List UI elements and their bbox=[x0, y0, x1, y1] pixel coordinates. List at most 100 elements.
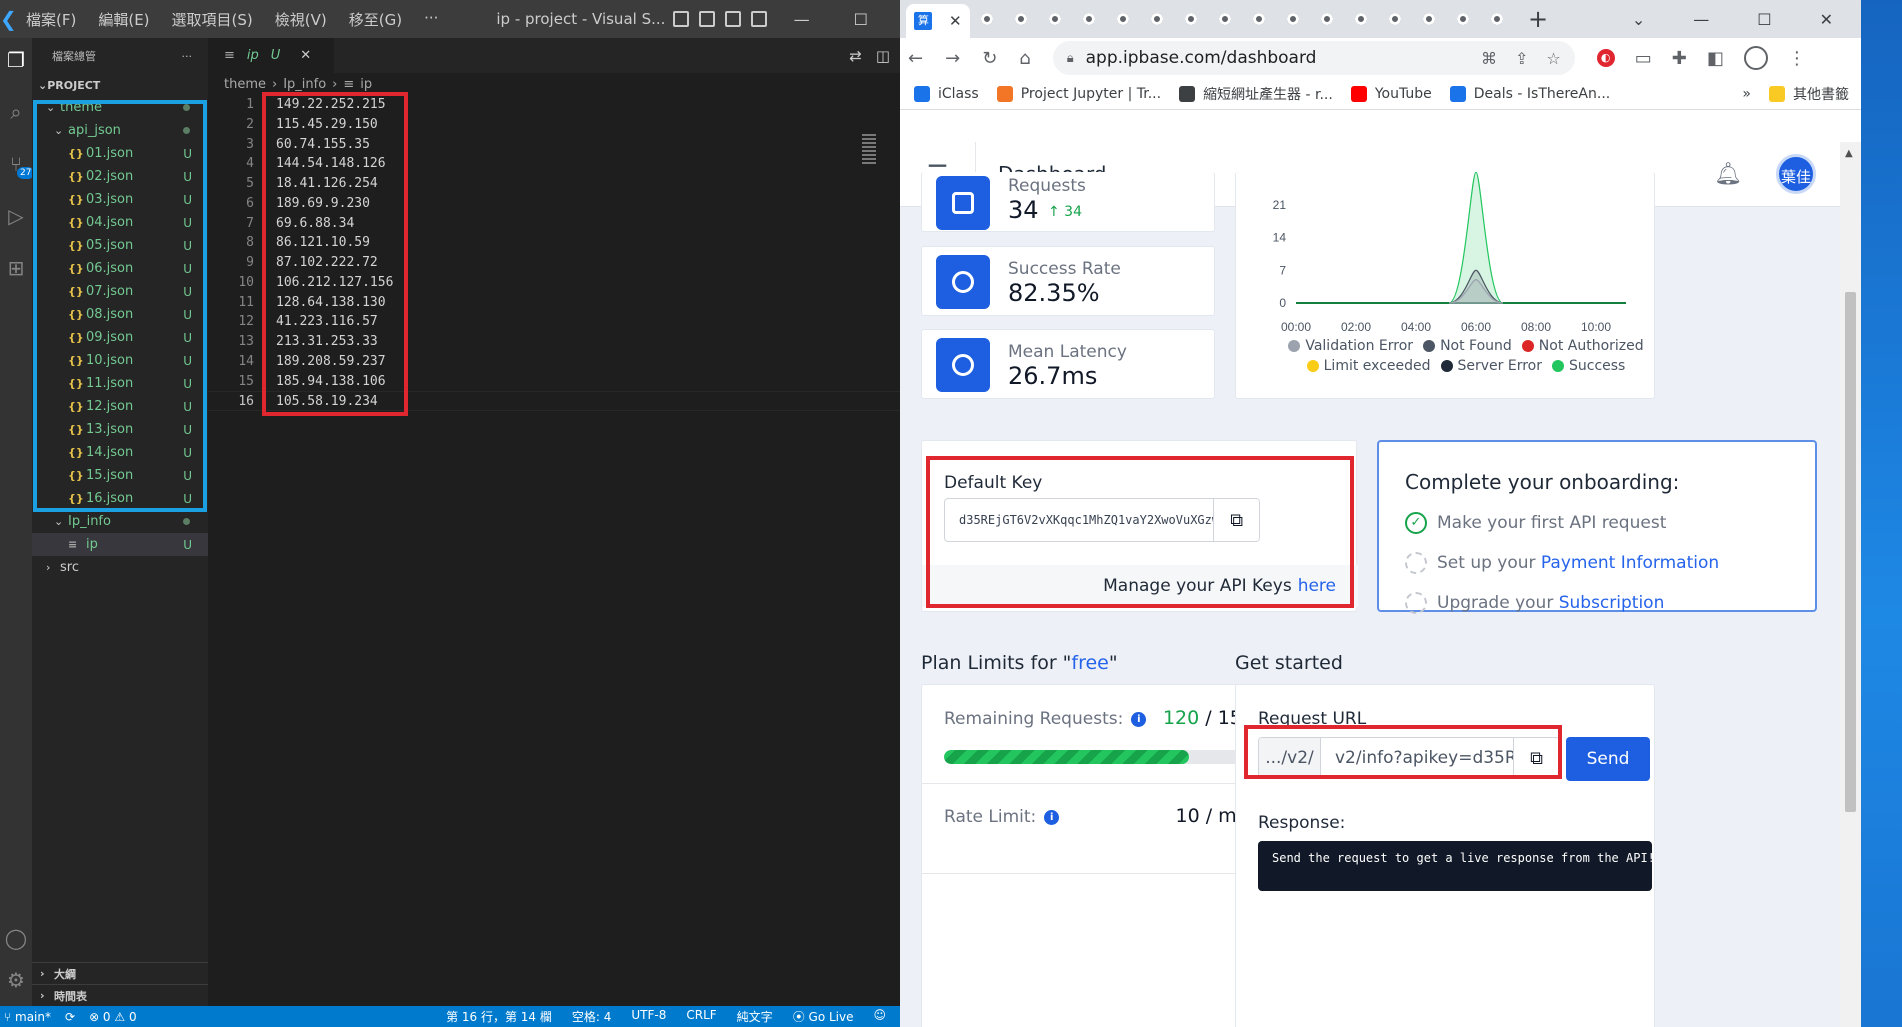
default-key-value[interactable]: d35REjGT6V2vXKqqc1MhZQ1vaY2XwoVuXGzwvNf bbox=[945, 513, 1213, 527]
home-icon[interactable]: ⌂ bbox=[1019, 48, 1030, 69]
language-mode[interactable]: 純文字 bbox=[737, 1008, 773, 1025]
forward-icon[interactable]: → bbox=[945, 48, 960, 69]
other-bookmarks-folder[interactable]: 其他書籤 bbox=[1769, 84, 1849, 104]
browser-tab[interactable] bbox=[1140, 2, 1174, 36]
file-json[interactable]: {} 10.json U bbox=[32, 349, 208, 372]
browser-tab[interactable] bbox=[1038, 2, 1072, 36]
maximize-icon[interactable]: ☐ bbox=[854, 10, 868, 29]
file-json[interactable]: {} 15.json U bbox=[32, 464, 208, 487]
open-changes-icon[interactable]: ⇄ bbox=[849, 47, 862, 65]
folder-theme[interactable]: ⌄ theme bbox=[32, 96, 208, 119]
search-icon[interactable]: ⌕ bbox=[0, 96, 32, 128]
line-ending[interactable]: CRLF bbox=[686, 1008, 716, 1025]
page-scrollbar[interactable]: ▲ bbox=[1840, 142, 1861, 1027]
explorer-more-button[interactable]: ··· bbox=[182, 50, 193, 63]
toggle-secondary-sidebar-icon[interactable] bbox=[725, 11, 742, 27]
extensions-icon[interactable]: ⊞ bbox=[0, 252, 32, 284]
info-icon[interactable]: i bbox=[1131, 711, 1147, 727]
more-bookmarks-button[interactable]: » bbox=[1742, 86, 1751, 102]
default-key-field[interactable]: d35REjGT6V2vXKqqc1MhZQ1vaY2XwoVuXGzwvNf … bbox=[944, 498, 1260, 542]
indentation[interactable]: 空格: 4 bbox=[572, 1008, 612, 1025]
legend-item[interactable]: Success bbox=[1552, 358, 1625, 374]
back-icon[interactable]: ← bbox=[908, 48, 923, 69]
outline-section[interactable]: › 大綱 bbox=[32, 962, 208, 984]
file-json[interactable]: {} 14.json U bbox=[32, 441, 208, 464]
file-json[interactable]: {} 01.json U bbox=[32, 142, 208, 165]
file-json[interactable]: {} 04.json U bbox=[32, 211, 208, 234]
tab-ip[interactable]: ≡ ip U ✕ bbox=[208, 38, 334, 73]
menu-edit[interactable]: 編輯(E) bbox=[98, 9, 149, 30]
new-tab-button[interactable]: + bbox=[1528, 5, 1548, 33]
scroll-up-icon[interactable]: ▲ bbox=[1845, 148, 1853, 159]
browser-tab[interactable] bbox=[1276, 2, 1310, 36]
sync-icon[interactable]: ⟳ bbox=[65, 1010, 75, 1024]
menu-go[interactable]: 移至(G) bbox=[349, 9, 402, 30]
legend-item[interactable]: Not Found bbox=[1423, 338, 1512, 354]
address-bar[interactable]: 🔒︎ app.ipbase.com/dashboard ⌘ ⇪ ☆ bbox=[1052, 41, 1575, 75]
extension-icon[interactable]: ▭ bbox=[1635, 48, 1652, 69]
browser-tab[interactable] bbox=[1004, 2, 1038, 36]
reload-icon[interactable]: ↻ bbox=[982, 48, 997, 69]
send-button[interactable]: Send bbox=[1566, 737, 1650, 781]
browser-tab[interactable] bbox=[1344, 2, 1378, 36]
active-tab[interactable]: 算 ✕ bbox=[906, 4, 970, 38]
toggle-sidebar-icon[interactable] bbox=[673, 11, 690, 27]
info-icon[interactable]: i bbox=[1044, 809, 1060, 825]
side-panel-icon[interactable]: ◧ bbox=[1707, 48, 1724, 69]
customize-layout-icon[interactable] bbox=[751, 11, 768, 27]
file-json[interactable]: {} 06.json U bbox=[32, 257, 208, 280]
file-json[interactable]: {} 08.json U bbox=[32, 303, 208, 326]
browser-tab[interactable] bbox=[1242, 2, 1276, 36]
file-json[interactable]: {} 16.json U bbox=[32, 487, 208, 510]
settings-gear-icon[interactable]: ⚙ bbox=[0, 964, 32, 996]
file-json[interactable]: {} 11.json U bbox=[32, 372, 208, 395]
minimize-icon[interactable]: — bbox=[794, 10, 810, 29]
browser-tab[interactable] bbox=[1072, 2, 1106, 36]
payment-information-link[interactable]: Payment Information bbox=[1541, 553, 1719, 573]
menu-view[interactable]: 檢視(V) bbox=[275, 9, 327, 30]
encoding[interactable]: UTF-8 bbox=[631, 1008, 666, 1025]
chrome-menu-icon[interactable]: ⋮ bbox=[1788, 48, 1806, 69]
menu-selection[interactable]: 選取項目(S) bbox=[172, 9, 253, 30]
file-json[interactable]: {} 05.json U bbox=[32, 234, 208, 257]
user-avatar[interactable]: 葉佳 bbox=[1776, 154, 1816, 194]
branch-indicator[interactable]: ⑂ main* bbox=[4, 1010, 51, 1024]
browser-tab[interactable] bbox=[1446, 2, 1480, 36]
browser-tab[interactable] bbox=[1378, 2, 1412, 36]
plan-name-link[interactable]: free bbox=[1071, 652, 1108, 674]
menu-file[interactable]: 檔案(F) bbox=[26, 9, 76, 30]
go-live-button[interactable]: ⦿ Go Live bbox=[793, 1008, 854, 1025]
breadcrumb-item[interactable]: theme bbox=[224, 77, 266, 92]
share-icon[interactable]: ⇪ bbox=[1515, 49, 1528, 68]
close-window-icon[interactable]: ✕ bbox=[1820, 10, 1833, 29]
close-tab-icon[interactable]: ✕ bbox=[949, 12, 962, 30]
source-control-icon[interactable]: ⑂ 27 bbox=[0, 148, 35, 180]
browser-tab[interactable] bbox=[1174, 2, 1208, 36]
bookmark-item[interactable]: iClass bbox=[914, 84, 979, 104]
bookmark-star-icon[interactable]: ☆ bbox=[1546, 49, 1560, 68]
file-json[interactable]: {} 13.json U bbox=[32, 418, 208, 441]
request-url-input[interactable]: v2/info?apikey=d35REjG bbox=[1321, 748, 1513, 768]
copy-key-button[interactable]: ⧉ bbox=[1213, 499, 1259, 541]
file-json[interactable]: {} 09.json U bbox=[32, 326, 208, 349]
breadcrumb-item[interactable]: Ip_info bbox=[283, 77, 326, 92]
menu-more[interactable]: ··· bbox=[424, 9, 438, 30]
browser-tab[interactable] bbox=[970, 2, 1004, 36]
url-text[interactable]: app.ipbase.com/dashboard bbox=[1086, 48, 1317, 68]
folder-api-json[interactable]: ⌄ api_json bbox=[32, 119, 208, 142]
run-debug-icon[interactable]: ▷ bbox=[0, 200, 32, 232]
puzzle-extensions-icon[interactable]: ✚ bbox=[1672, 48, 1687, 69]
explorer-icon[interactable]: ❐ bbox=[0, 44, 32, 76]
folder-ip-info[interactable]: ⌄ Ip_info bbox=[32, 510, 208, 533]
timeline-section[interactable]: › 時間表 bbox=[32, 984, 208, 1006]
maximize-icon[interactable]: ☐ bbox=[1757, 10, 1771, 29]
adblock-extension-icon[interactable]: ◐ bbox=[1596, 49, 1615, 67]
file-json[interactable]: {} 03.json U bbox=[32, 188, 208, 211]
cursor-position[interactable]: 第 16 行，第 14 欄 bbox=[446, 1008, 552, 1025]
legend-item[interactable]: Validation Error bbox=[1288, 338, 1413, 354]
close-icon[interactable]: ✕ bbox=[300, 48, 311, 63]
file-ip[interactable]: ≡ ip U bbox=[32, 533, 208, 556]
browser-tab[interactable] bbox=[1412, 2, 1446, 36]
split-editor-icon[interactable]: ◫ bbox=[876, 47, 890, 65]
subscription-link[interactable]: Subscription bbox=[1559, 593, 1665, 613]
